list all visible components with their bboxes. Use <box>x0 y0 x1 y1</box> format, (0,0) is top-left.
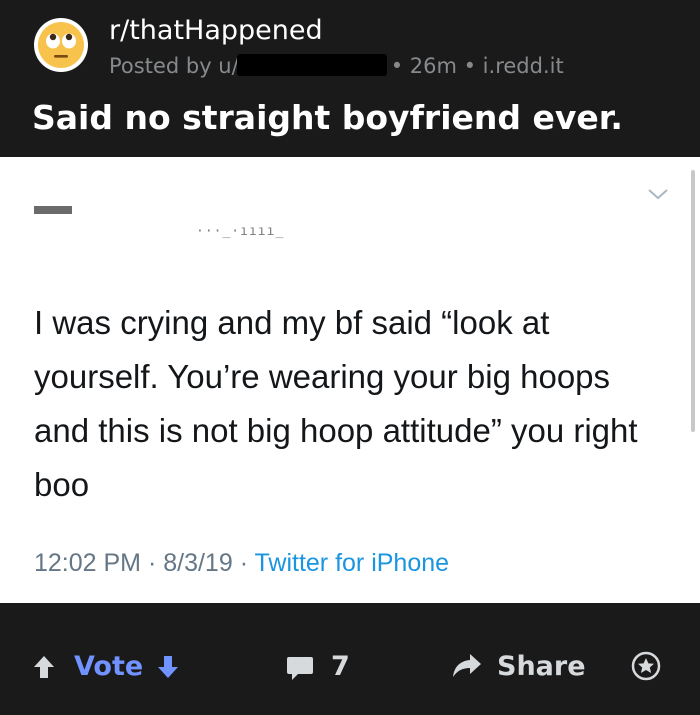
vote-label: Vote <box>74 651 144 682</box>
award-icon[interactable] <box>631 651 661 681</box>
posted-by-label[interactable]: Posted by u/ <box>109 54 239 78</box>
scrollbar[interactable] <box>691 170 695 432</box>
post-title[interactable]: Said no straight boyfriend ever. <box>32 96 623 140</box>
tweet-source: Twitter for iPhone <box>254 549 450 577</box>
tweet-text: I was crying and my bf said “look at you… <box>34 304 638 503</box>
post-meta: Posted by u/ • 26m • i.redd.it <box>109 52 564 80</box>
upvote-arrow-icon[interactable] <box>33 655 55 679</box>
comment-count[interactable]: 7 <box>331 650 350 684</box>
subreddit-name[interactable]: r/thatHappened <box>109 14 323 48</box>
tweet-separator: · <box>141 549 164 577</box>
comment-icon[interactable] <box>286 655 314 681</box>
post-domain[interactable]: • i.redd.it <box>464 54 564 78</box>
post-age: • 26m <box>390 54 457 78</box>
erased-handle-area: ···_·ıııı_ <box>196 224 285 239</box>
chevron-down-icon <box>648 189 668 200</box>
share-arrow-icon[interactable] <box>452 652 482 678</box>
share-label[interactable]: Share <box>497 650 586 684</box>
redacted-username <box>236 54 387 76</box>
tweet-time: 12:02 PM <box>34 549 142 577</box>
tweet-separator: · <box>232 549 255 577</box>
tweet-date: 8/3/19 <box>163 549 233 577</box>
erased-avatar-area <box>34 206 72 214</box>
downvote-arrow-icon[interactable] <box>157 655 179 679</box>
subreddit-avatar-icon[interactable] <box>33 17 89 73</box>
tweet-meta: 12:02 PM · 8/3/19 · Twitter for iPhone <box>34 546 449 580</box>
